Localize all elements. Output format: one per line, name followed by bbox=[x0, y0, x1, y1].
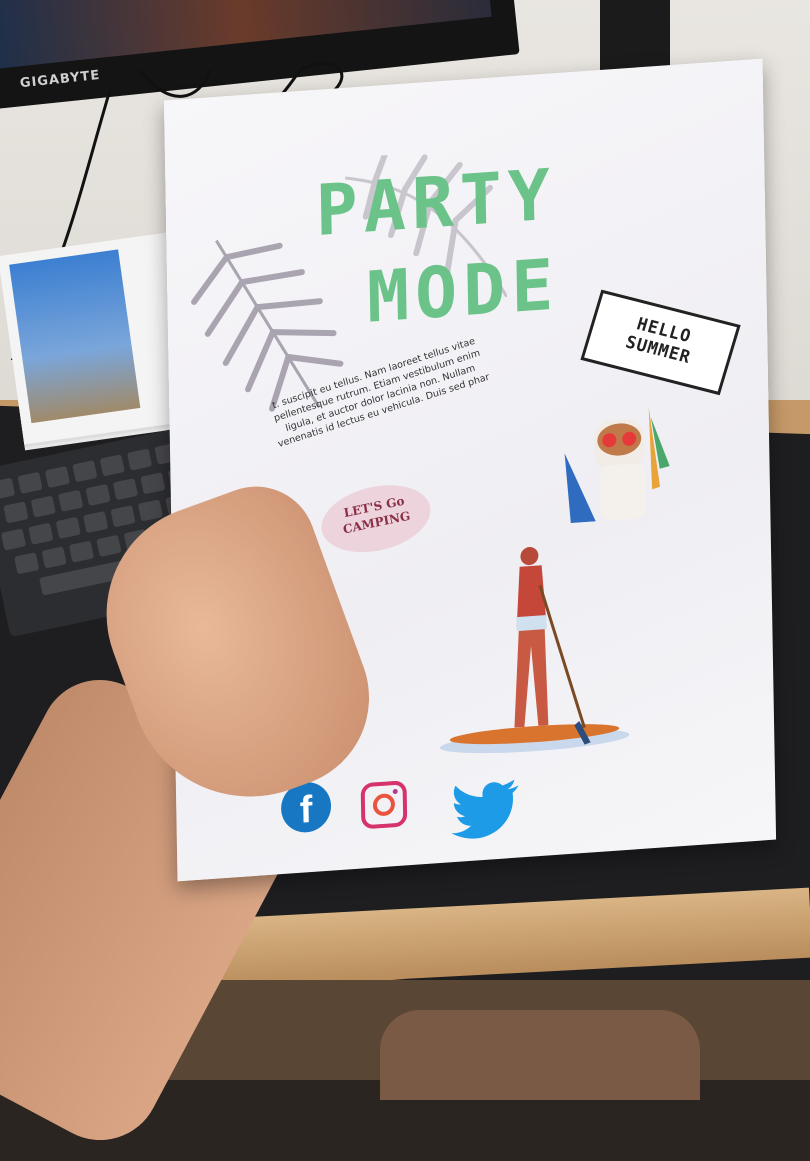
sign-text: HELLO SUMMER bbox=[588, 293, 736, 377]
instagram-dot bbox=[392, 788, 398, 795]
poster-title-party: PARTY bbox=[314, 153, 557, 253]
twitter-icon bbox=[451, 779, 519, 839]
knee bbox=[380, 1010, 700, 1100]
camping-speech-bubble: LET'S Go CAMPING bbox=[316, 475, 436, 562]
magazine-photo bbox=[9, 249, 141, 424]
poster-title-mode: MODE bbox=[366, 243, 560, 339]
bubble-text: LET'S Go CAMPING bbox=[319, 488, 432, 542]
paddleboard-person-icon bbox=[439, 547, 630, 754]
instagram-lens bbox=[372, 793, 396, 817]
dog-icon bbox=[564, 407, 670, 524]
hello-summer-sign: HELLO SUMMER bbox=[580, 289, 741, 396]
instagram-icon bbox=[360, 780, 408, 830]
